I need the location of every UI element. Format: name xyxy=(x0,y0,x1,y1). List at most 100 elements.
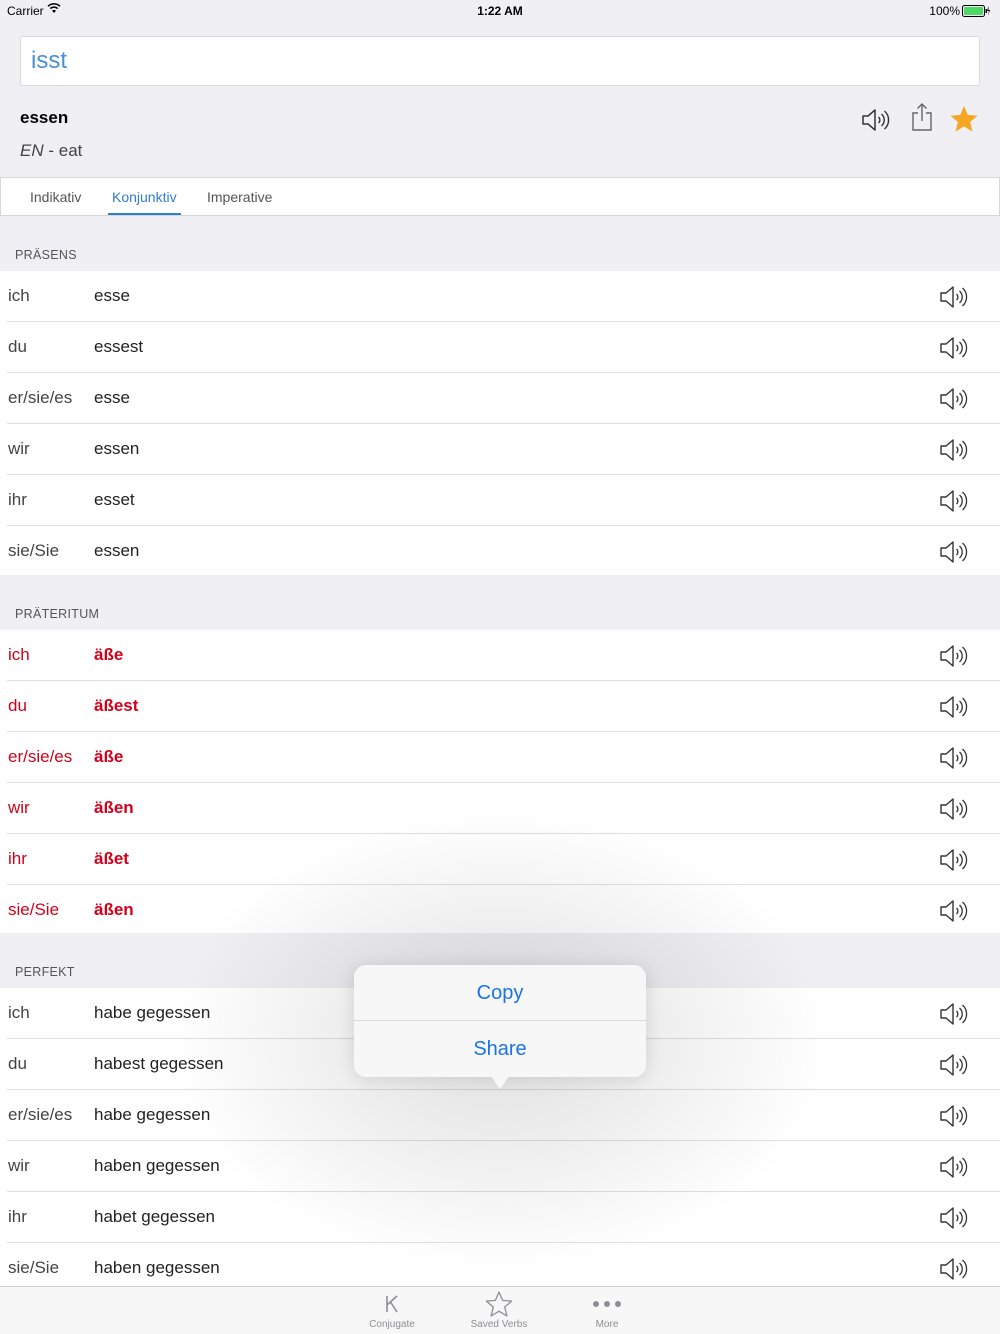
pronoun: ich xyxy=(8,1003,30,1022)
battery-icon xyxy=(962,5,990,20)
pronoun: du xyxy=(8,337,27,356)
star-outline-icon xyxy=(459,1291,539,1317)
pronoun: er/sie/es xyxy=(8,1105,73,1124)
section-title: PERFEKT xyxy=(15,965,75,979)
status-bar: Carrier 1:22 AM 100% xyxy=(0,0,1000,22)
pronoun: sie/Sie xyxy=(8,541,60,560)
tab-konjunktiv-label: Konjunktiv xyxy=(112,189,177,205)
pronoun: ihr xyxy=(8,490,27,509)
speaker-icon[interactable] xyxy=(938,283,968,316)
section-header: PRÄTERITUM xyxy=(0,575,1000,630)
pronoun: ich xyxy=(8,286,30,305)
speaker-icon[interactable] xyxy=(938,846,968,879)
favorite-star-icon[interactable] xyxy=(948,104,980,139)
speaker-icon[interactable] xyxy=(938,744,968,777)
search-input[interactable] xyxy=(21,37,979,85)
conjugation-row[interactable]: ich äße xyxy=(0,630,1000,681)
conjugation-row[interactable]: sie/Sie äßen xyxy=(0,885,1000,936)
tabbar-label: Saved Verbs xyxy=(470,1319,528,1330)
speaker-icon[interactable] xyxy=(938,1051,968,1084)
section-title: PRÄTERITUM xyxy=(15,607,100,621)
conjugation-row[interactable]: ihr habet gegessen xyxy=(0,1192,1000,1243)
tab-indikativ[interactable]: Indikativ xyxy=(30,178,81,215)
conjugation-row[interactable]: er/sie/es habe gegessen xyxy=(0,1090,1000,1141)
tab-imperative[interactable]: Imperative xyxy=(207,178,272,215)
speaker-icon[interactable] xyxy=(860,106,890,139)
speaker-icon[interactable] xyxy=(938,897,968,930)
pronoun: sie/Sie xyxy=(8,900,60,919)
section-title: PRÄSENS xyxy=(15,248,77,262)
conjugation-row[interactable]: du äßest xyxy=(0,681,1000,732)
tabbar-label: More xyxy=(595,1319,619,1330)
conjugation-row[interactable]: ihr esset xyxy=(0,475,1000,526)
active-tab-indicator xyxy=(108,213,181,215)
verb-form: essest xyxy=(94,337,144,356)
verb-form: esse xyxy=(94,286,130,305)
mood-tabs: Indikativ Konjunktiv Imperative xyxy=(0,177,1000,216)
speaker-icon[interactable] xyxy=(938,487,968,520)
tabbar-saved-verbs[interactable]: Saved Verbs xyxy=(459,1287,539,1334)
conjugation-row[interactable]: ich esse xyxy=(0,271,1000,322)
pronoun: ihr xyxy=(8,1207,27,1226)
conjugation-row[interactable]: ihr äßet xyxy=(0,834,1000,885)
pronoun: wir xyxy=(8,1156,30,1175)
translation-text: eat xyxy=(58,141,83,160)
verb-form: haben gegessen xyxy=(94,1156,220,1175)
pronoun: ihr xyxy=(8,849,27,868)
battery-percentage: 100% xyxy=(929,4,960,18)
conjugation-row[interactable]: wir haben gegessen xyxy=(0,1141,1000,1192)
verb-form: äße xyxy=(94,747,124,766)
copy-share-popover: Copy Share xyxy=(354,965,646,1089)
verb-translation: EN - eat xyxy=(20,141,82,161)
speaker-icon[interactable] xyxy=(938,1204,968,1237)
bottom-tab-bar: Conjugate Saved Verbs More xyxy=(0,1286,1000,1334)
verb-form: äßest xyxy=(94,696,139,715)
pronoun: wir xyxy=(8,439,30,458)
speaker-icon[interactable] xyxy=(938,334,968,367)
verb-form: essen xyxy=(94,541,140,560)
conjugation-row[interactable]: sie/Sie essen xyxy=(0,526,1000,577)
speaker-icon[interactable] xyxy=(938,795,968,828)
pronoun: wir xyxy=(8,798,30,817)
more-dots-icon xyxy=(567,1291,647,1317)
verb-header: essen EN - eat xyxy=(0,22,1000,177)
verb-form: haben gegessen xyxy=(94,1258,220,1277)
tabbar-conjugate[interactable]: Conjugate xyxy=(352,1287,432,1334)
verb-form: habe gegessen xyxy=(94,1003,211,1022)
conjugation-row[interactable]: er/sie/es esse xyxy=(0,373,1000,424)
verb-form: äße xyxy=(94,645,124,664)
share-icon[interactable] xyxy=(910,102,934,137)
speaker-icon[interactable] xyxy=(938,1255,968,1288)
search-field[interactable] xyxy=(20,36,980,86)
verb-form: esse xyxy=(94,388,130,407)
speaker-icon[interactable] xyxy=(938,693,968,726)
verb-form: äßen xyxy=(94,798,134,817)
popover-arrow xyxy=(490,1075,510,1089)
pronoun: sie/Sie xyxy=(8,1258,60,1277)
speaker-icon[interactable] xyxy=(938,1102,968,1135)
conjugation-row[interactable]: wir essen xyxy=(0,424,1000,475)
speaker-icon[interactable] xyxy=(938,538,968,571)
verb-form: essen xyxy=(94,439,140,458)
verb-form: äßen xyxy=(94,900,134,919)
k-icon xyxy=(352,1291,432,1317)
speaker-icon[interactable] xyxy=(938,436,968,469)
tab-konjunktiv[interactable]: Konjunktiv xyxy=(108,178,181,215)
pronoun: du xyxy=(8,696,27,715)
tabbar-label: Conjugate xyxy=(369,1319,415,1330)
verb-form: habet gegessen xyxy=(94,1207,215,1226)
speaker-icon[interactable] xyxy=(938,1000,968,1033)
share-button[interactable]: Share xyxy=(354,1021,646,1077)
conjugation-row[interactable]: er/sie/es äße xyxy=(0,732,1000,783)
verb-form: habest gegessen xyxy=(94,1054,224,1073)
speaker-icon[interactable] xyxy=(938,642,968,675)
conjugation-row[interactable]: du essest xyxy=(0,322,1000,373)
translation-language: EN xyxy=(20,141,44,160)
verb-infinitive: essen xyxy=(20,108,69,127)
pronoun: er/sie/es xyxy=(8,747,73,766)
conjugation-row[interactable]: wir äßen xyxy=(0,783,1000,834)
speaker-icon[interactable] xyxy=(938,1153,968,1186)
speaker-icon[interactable] xyxy=(938,385,968,418)
copy-button[interactable]: Copy xyxy=(354,965,646,1021)
tabbar-more[interactable]: More xyxy=(567,1287,647,1334)
